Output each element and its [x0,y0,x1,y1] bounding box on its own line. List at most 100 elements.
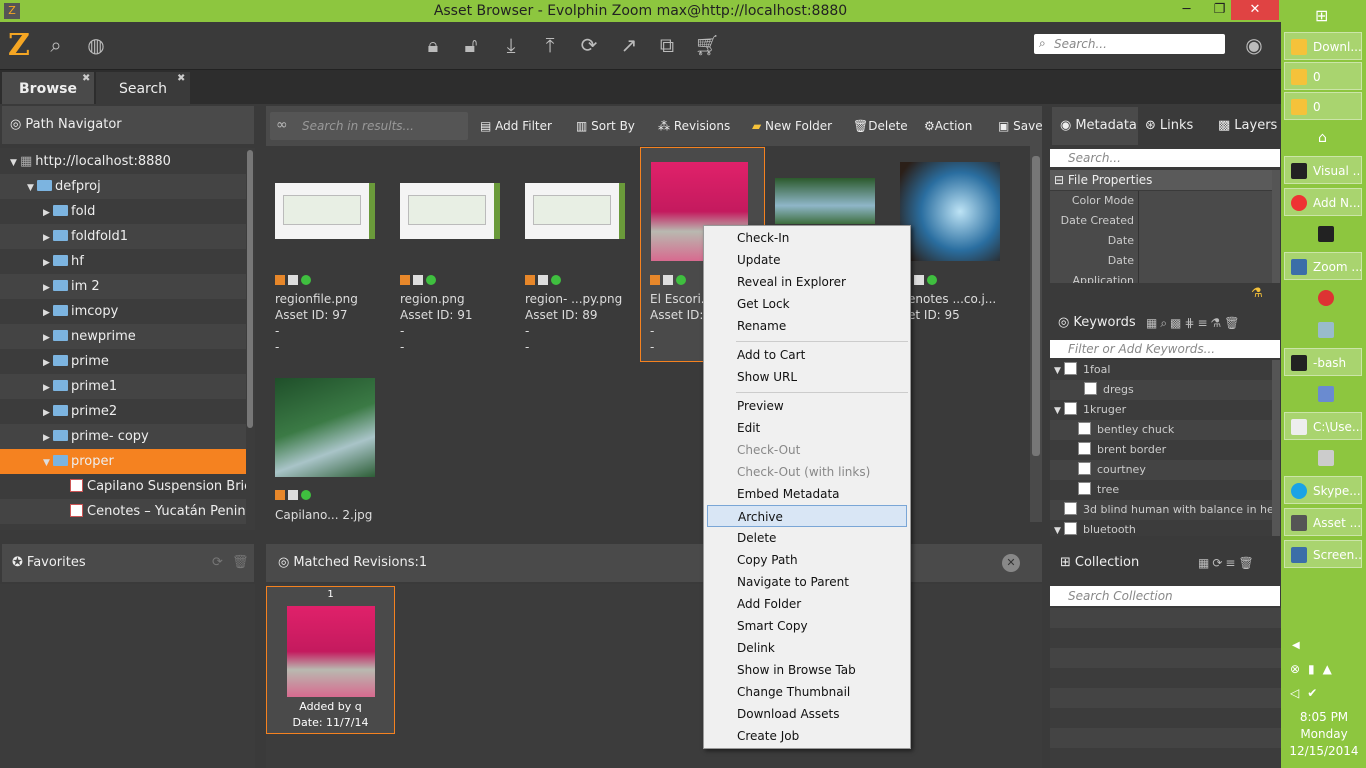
taskbar-item-app[interactable] [1284,284,1362,312]
tree-scrollbar[interactable] [247,150,253,428]
keyword-item[interactable]: 3d blind human with balance in he [1050,500,1272,520]
close-browse-tab-icon[interactable]: ✖ [82,73,90,84]
tree-item-cenotes[interactable]: Cenotes – Yucatán Penin [0,499,246,524]
taskbar-item-add[interactable]: Add N... [1284,188,1362,216]
menu-item-add-folder[interactable]: Add Folder [707,593,907,615]
metadata-scrollbar[interactable] [1272,170,1280,283]
cart-icon[interactable]: 🛒︎ [694,32,720,58]
keyword-scrollbar[interactable] [1272,360,1280,536]
asset-thumbnail[interactable] [775,178,875,224]
taskbar-item-skype[interactable]: Skype... [1284,476,1362,504]
new-folder-button[interactable]: ▰ New Folder [752,114,832,138]
menu-item-preview[interactable]: Preview [707,395,907,417]
tray-icons[interactable]: ⊗▮▲ [1290,662,1340,676]
menu-item-check-in[interactable]: Check-In [707,227,907,249]
tab-layers[interactable]: ▩ Layers [1218,107,1278,145]
asset-thumbnail[interactable] [275,378,375,477]
refresh-favorites-icon[interactable]: ⟳ [212,544,223,582]
tree-item-defproj[interactable]: ▼ defproj [0,174,246,199]
keyword-item[interactable]: tree [1050,480,1272,500]
menu-item-create-job[interactable]: Create Job [707,725,907,747]
collection-tools-icon[interactable]: ▦⟳≡🗑︎ [1198,544,1257,582]
menu-item-copy-path[interactable]: Copy Path [707,549,907,571]
menu-item-reveal-in-explorer[interactable]: Reveal in Explorer [707,271,907,293]
keyword-item[interactable]: brent border [1050,440,1272,460]
results-scroll-thumb[interactable] [1032,156,1040,456]
menu-item-show-url[interactable]: Show URL [707,366,907,388]
menu-item-embed-metadata[interactable]: Embed Metadata [707,483,907,505]
taskbar-item-app[interactable] [1284,380,1362,408]
asset-thumbnail[interactable] [400,183,500,239]
taskbar-item-console[interactable] [1284,220,1362,248]
file-properties-section[interactable]: ⊟ File Properties [1050,170,1272,190]
search-icon[interactable]: ⌕ [43,32,69,58]
asset-thumbnail[interactable] [525,183,625,239]
taskbar-item-bash[interactable]: -bash [1284,348,1362,376]
chevron-left-icon[interactable]: ◀ [1292,640,1300,651]
windows-start-icon[interactable]: ⊞ [1315,6,1328,25]
keyword-item[interactable]: ▼ bluetooth [1050,520,1272,536]
menu-item-show-in-browse-tab[interactable]: Show in Browse Tab [707,659,907,681]
clock-day[interactable]: Monday [1284,727,1364,741]
trash-favorites-icon[interactable]: 🗑︎ [232,544,249,582]
taskbar-item-app[interactable] [1284,444,1362,472]
close-panel-icon[interactable]: ✕ [1002,554,1020,572]
taskbar-item-home[interactable]: ⌂ [1284,124,1362,152]
revisions-button[interactable]: ⁂ Revisions [658,114,730,138]
tree-item-imcopy[interactable]: ▶ imcopy [0,299,246,324]
menu-item-add-to-cart[interactable]: Add to Cart [707,344,907,366]
delete-button[interactable]: 🗑︎Delete [853,114,908,138]
taskbar-item-cmd[interactable]: C:\Use... [1284,412,1362,440]
sort-by-button[interactable]: ▥ Sort By [576,114,635,138]
tree-item-im2[interactable]: ▶ im 2 [0,274,246,299]
share-icon[interactable]: ↗ [616,32,642,58]
download-icon[interactable]: ⤓ [498,32,524,58]
menu-item-update[interactable]: Update [707,249,907,271]
menu-item-delete[interactable]: Delete [707,527,907,549]
minimize-button[interactable]: ─ [1170,0,1203,20]
keyword-item[interactable]: dregs [1050,380,1272,400]
tree-item-prime-copy[interactable]: ▶ prime- copy [0,424,246,449]
tab-browse[interactable]: Browse [2,72,94,104]
results-search-input[interactable]: Search in results... [270,112,468,140]
globe-icon[interactable]: ◍ [83,32,109,58]
tab-metadata[interactable]: ◉ Metadata [1052,107,1138,145]
menu-item-archive[interactable]: Archive [707,505,907,527]
menu-item-edit[interactable]: Edit [707,417,907,439]
tree-item-hf[interactable]: ▶ hf [0,249,246,274]
main-search-input[interactable]: Search... [1034,34,1225,54]
clock-date[interactable]: 12/15/2014 [1284,744,1364,758]
menu-item-delink[interactable]: Delink [707,637,907,659]
tab-search[interactable]: Search [96,72,190,104]
refresh-icon[interactable]: ⟳ [576,32,602,58]
menu-item-smart-copy[interactable]: Smart Copy [707,615,907,637]
tree-item-capilano[interactable]: Capilano Suspension Bric [0,474,246,499]
asset-thumbnail[interactable] [900,162,1000,261]
menu-item-rename[interactable]: Rename [707,315,907,337]
taskbar-item-app[interactable] [1284,316,1362,344]
unlock-icon[interactable]: 🔓︎ [458,32,484,58]
results-scrollbar[interactable] [1030,146,1042,522]
metadata-search-input[interactable]: Search... [1050,149,1280,167]
action-button[interactable]: ⚙Action [924,114,972,138]
tree-item-proper[interactable]: ▼ proper [0,449,246,474]
keyword-item[interactable]: bentley chuck [1050,420,1272,440]
upload-icon[interactable]: ⤒ [537,32,563,58]
keyword-item[interactable]: ▼ 1foal [1050,360,1272,380]
menu-item-navigate-to-parent[interactable]: Navigate to Parent [707,571,907,593]
close-window-button[interactable]: ✕ [1231,0,1279,20]
taskbar-item-folder[interactable]: 0 [1284,92,1362,120]
compare-icon[interactable]: ⧉ [654,32,680,58]
add-filter-button[interactable]: ▤ Add Filter [480,114,552,138]
flask-icon[interactable]: ⚗ [1251,286,1263,301]
keyword-filter-input[interactable]: Filter or Add Keywords... [1050,340,1280,358]
taskbar-item-asset[interactable]: Asset ... [1284,508,1362,536]
save-button[interactable]: ▣ Save [998,114,1042,138]
tab-links[interactable]: ⊛ Links [1145,107,1209,145]
tree-item-foldfold1[interactable]: ▶ foldfold1 [0,224,246,249]
asset-thumbnail[interactable] [275,183,375,239]
menu-item-download-assets[interactable]: Download Assets [707,703,907,725]
keyword-tools-icon[interactable]: ▦⌕▩⋕≡⚗🗑︎ [1146,308,1243,338]
tree-item-prime[interactable]: ▶ prime [0,349,246,374]
taskbar-item-screen[interactable]: Screen... [1284,540,1362,568]
